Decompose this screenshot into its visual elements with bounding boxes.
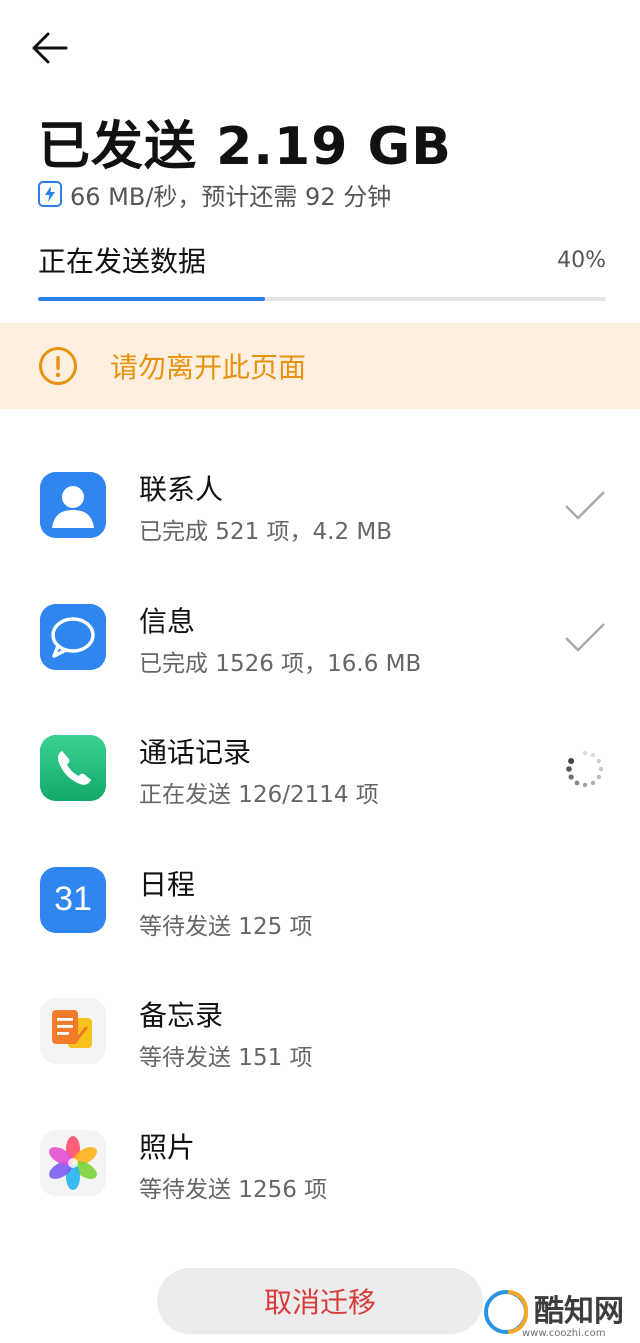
checkmark-icon	[564, 485, 606, 527]
item-status-text: 已完成 1526 项，16.6 MB	[139, 650, 422, 677]
messages-icon	[40, 603, 106, 670]
transfer-list: 联系人 已完成 521 项，4.2 MB 信息 已完成 1526 项，16.6 …	[0, 450, 640, 1240]
notes-icon	[40, 998, 106, 1065]
transfer-status: 正在发送数据 40%	[38, 240, 606, 280]
progress-bar	[38, 297, 606, 301]
speed-text: 66 MB/秒，预计还需 92 分钟	[70, 182, 392, 211]
list-item-messages[interactable]: 信息 已完成 1526 项，16.6 MB	[0, 582, 640, 714]
speed-info: 66 MB/秒，预计还需 92 分钟	[38, 178, 392, 211]
calendar-icon: 31	[40, 866, 106, 933]
item-name: 日程	[139, 867, 196, 901]
checkmark-icon	[564, 617, 606, 659]
list-item-call-log[interactable]: 通话记录 正在发送 126/2114 项	[0, 713, 640, 845]
gallery-icon	[40, 1129, 106, 1196]
progress-fill	[38, 297, 266, 301]
item-name: 通话记录	[139, 736, 252, 770]
item-status-text: 等待发送 125 项	[139, 913, 313, 940]
page-title: 已发送 2.19 GB	[38, 117, 452, 177]
back-button[interactable]	[30, 26, 86, 70]
arrow-left-icon	[32, 32, 68, 64]
warning-text: 请勿离开此页面	[110, 351, 307, 384]
item-status-text: 等待发送 1256 项	[139, 1176, 328, 1203]
status-percent: 40%	[557, 247, 606, 273]
list-item-contacts[interactable]: 联系人 已完成 521 项，4.2 MB	[0, 450, 640, 582]
item-name: 信息	[139, 604, 196, 638]
watermark-brand: 酷知网	[534, 1294, 624, 1329]
contacts-icon	[40, 472, 106, 538]
item-name: 照片	[139, 1130, 196, 1164]
item-name: 联系人	[139, 473, 224, 506]
watermark-url: www.coozhi.com	[522, 1328, 606, 1339]
lightning-icon	[38, 181, 62, 207]
list-item-calendar[interactable]: 31 日程 等待发送 125 项	[0, 845, 640, 977]
loading-spinner-icon	[564, 748, 606, 790]
list-item-notes[interactable]: 备忘录 等待发送 151 项	[0, 976, 640, 1108]
warning-banner: 请勿离开此页面	[0, 323, 640, 409]
watermark: 酷知网 www.coozhi.com	[484, 1284, 640, 1340]
item-name: 备忘录	[139, 999, 224, 1033]
list-item-gallery[interactable]: 照片 等待发送 1256 项	[0, 1108, 640, 1240]
phone-icon	[40, 735, 106, 802]
cancel-migration-button[interactable]: 取消迁移	[157, 1268, 483, 1334]
status-label: 正在发送数据	[38, 245, 207, 278]
calendar-icon-number: 31	[54, 880, 92, 919]
exclamation-circle-icon	[39, 347, 77, 385]
item-status-text: 等待发送 151 项	[139, 1045, 313, 1072]
item-status-text: 正在发送 126/2114 项	[139, 782, 379, 809]
item-status-text: 已完成 521 项，4.2 MB	[139, 519, 393, 545]
